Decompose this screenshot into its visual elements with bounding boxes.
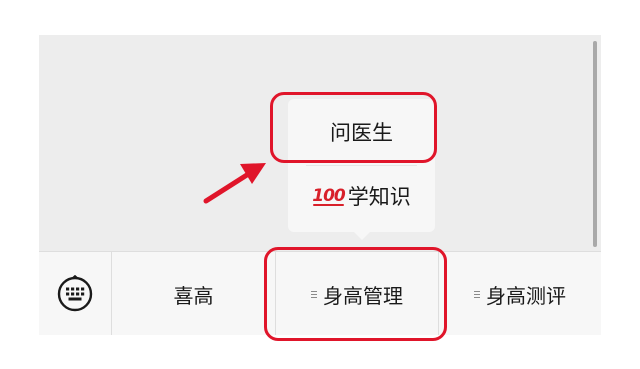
keyboard-icon (57, 275, 93, 312)
highlight-box-height-management (264, 247, 447, 341)
submenu-icon (474, 289, 480, 300)
scrollbar[interactable] (593, 41, 597, 247)
menu-tab-label: 喜高 (173, 283, 214, 308)
popup-tail (354, 232, 370, 240)
highlight-box-ask-doctor (270, 92, 437, 163)
menu-item-label: 学知识 (347, 185, 411, 209)
menu-item-learn-knowledge[interactable]: 100 学知识 (288, 171, 435, 221)
menu-tab-xigao[interactable]: 喜高 (112, 252, 276, 335)
divider (306, 165, 417, 166)
menu-tab-label: 身高测评 (486, 283, 566, 308)
keyboard-toggle-button[interactable] (39, 252, 112, 335)
menu-tab-height-assessment[interactable]: 身高测评 (439, 252, 601, 335)
hundred-points-icon: 100 (312, 186, 346, 206)
